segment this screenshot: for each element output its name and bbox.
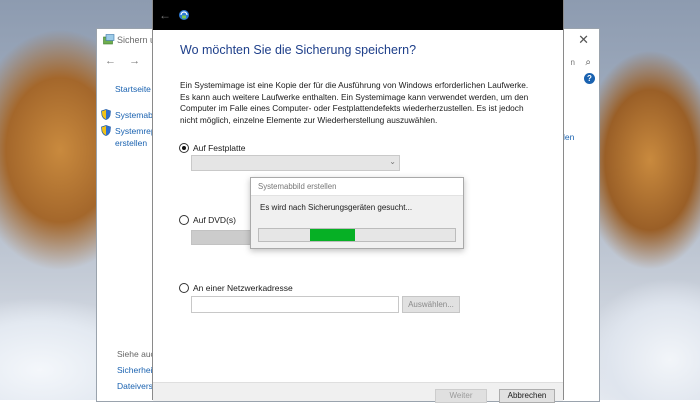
back-arrow-icon[interactable]: ← xyxy=(159,8,171,22)
option-dvd-label: Auf DVD(s) xyxy=(193,215,236,225)
radio-network[interactable] xyxy=(179,283,189,293)
radio-dvd[interactable] xyxy=(179,215,189,225)
backup-wizard-icon xyxy=(179,10,189,20)
next-button[interactable]: Weiter xyxy=(435,389,487,403)
right-panel-link[interactable]: len xyxy=(563,132,574,142)
uac-shield-icon xyxy=(101,109,111,120)
chevron-down-icon: ⌄ xyxy=(389,157,396,166)
see-also-heading: Siehe auc xyxy=(117,349,155,359)
search-field-partial[interactable]: n xyxy=(571,58,575,67)
radio-hard-disk[interactable] xyxy=(179,143,189,153)
sidebar-link-home[interactable]: Startseite xyxy=(115,84,151,94)
progress-dialog: Systemabbild erstellen Es wird nach Sich… xyxy=(250,177,464,249)
browse-button[interactable]: Auswählen... xyxy=(402,296,460,313)
option-hard-disk-label: Auf Festplatte xyxy=(193,143,246,153)
dvd-drive-dropdown[interactable] xyxy=(191,230,255,245)
search-icon[interactable]: ⌕ xyxy=(585,57,591,68)
control-panel-nav: ← → xyxy=(105,55,150,67)
option-network-label: An einer Netzwerkadresse xyxy=(193,283,293,293)
forward-arrow-icon[interactable]: → xyxy=(129,55,140,67)
hard-disk-dropdown[interactable]: ⌄ xyxy=(191,155,400,171)
back-arrow-icon[interactable]: ← xyxy=(105,55,116,67)
network-path-input[interactable] xyxy=(191,296,399,313)
wizard-description: Ein Systemimage ist eine Kopie der für d… xyxy=(180,80,529,125)
progress-dialog-title: Systemabbild erstellen xyxy=(258,182,337,191)
option-network[interactable]: An einer Netzwerkadresse xyxy=(179,283,293,293)
sidebar-link-system-repair[interactable]: Systemrep xyxy=(115,126,156,136)
help-icon[interactable]: ? xyxy=(584,73,595,84)
progress-bar-fill xyxy=(309,229,356,241)
see-also-link-security[interactable]: Sicherheit xyxy=(117,365,155,375)
sidebar-link-create[interactable]: erstellen xyxy=(115,138,147,148)
option-hard-disk[interactable]: Auf Festplatte xyxy=(179,143,245,153)
progress-message: Es wird nach Sicherungsgeräten gesucht..… xyxy=(260,203,413,212)
uac-shield-icon xyxy=(101,125,111,136)
sidebar-link-system-image[interactable]: Systemab xyxy=(115,110,153,120)
wizard-heading: Wo möchten Sie die Sicherung speichern? xyxy=(180,43,417,57)
cancel-button[interactable]: Abbrechen xyxy=(499,389,555,403)
backup-restore-icon xyxy=(103,34,115,45)
progress-bar xyxy=(258,228,456,242)
see-also-link-file-history[interactable]: Dateiversi xyxy=(117,381,155,391)
wizard-titlebar: ← xyxy=(153,0,563,30)
progress-dialog-titlebar: Systemabbild erstellen xyxy=(251,178,463,196)
close-icon[interactable]: ✕ xyxy=(578,32,589,48)
option-dvd[interactable]: Auf DVD(s) xyxy=(179,215,236,225)
